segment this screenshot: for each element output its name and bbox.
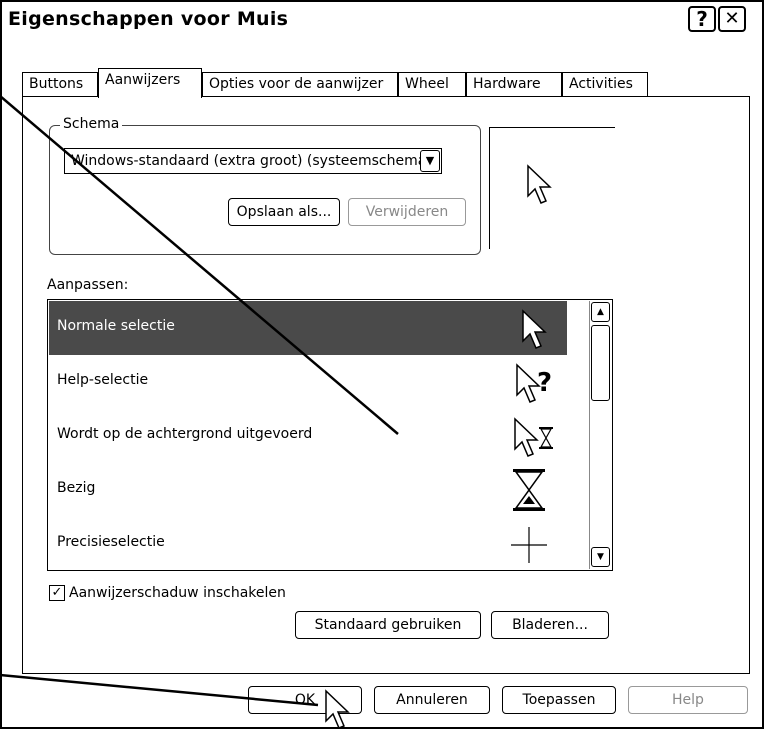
working-in-background-icon — [514, 417, 553, 457]
title-bar[interactable]: Eigenschappen voor Muis ? ✕ — [2, 2, 762, 40]
schema-group: Schema Windows-standaard (extra groot) (… — [49, 116, 481, 255]
dialog-body: Buttons Aanwijzers Opties voor de aanwij… — [2, 38, 762, 727]
schema-group-label: Schema — [60, 116, 123, 132]
list-item-label: Help-selectie — [57, 372, 149, 388]
list-item-label: Wordt op de achtergrond uitgevoerd — [57, 426, 313, 442]
help-button[interactable]: Help — [628, 686, 748, 714]
scroll-thumb[interactable] — [591, 325, 610, 401]
list-scrollbar[interactable]: ▲ ▼ — [589, 301, 611, 569]
window-title: Eigenschappen voor Muis — [8, 8, 289, 30]
scroll-down-icon[interactable]: ▼ — [591, 547, 610, 567]
mouse-properties-dialog: Eigenschappen voor Muis ? ✕ Buttons Aanw… — [0, 0, 764, 729]
cancel-button[interactable]: Annuleren — [374, 686, 490, 714]
close-icon: ✕ — [724, 8, 740, 29]
list-item[interactable]: Help-selectie ? — [49, 355, 567, 409]
arrow-pointer-icon — [527, 164, 552, 204]
tab-hardware[interactable]: Hardware — [466, 72, 562, 96]
list-item-label: Precisieselectie — [57, 534, 165, 550]
tab-aanwijzers[interactable]: Aanwijzers — [98, 68, 202, 98]
tab-panel: Schema Windows-standaard (extra groot) (… — [22, 96, 750, 674]
tab-buttons[interactable]: Buttons — [22, 72, 98, 96]
svg-text:?: ? — [537, 368, 552, 398]
schema-selected-value: Windows-standaard (extra groot) (systeem… — [71, 153, 432, 169]
help-title-button[interactable]: ? — [688, 6, 716, 32]
use-default-button[interactable]: Standaard gebruiken — [295, 611, 481, 639]
pointer-list[interactable]: Normale selectie Help-selectie ? Wordt o… — [47, 299, 613, 571]
shadow-checkbox[interactable]: ✓ — [49, 585, 65, 601]
cursor-preview — [489, 127, 615, 249]
question-mark-icon: ? — [696, 7, 708, 31]
list-item[interactable]: Wordt op de achtergrond uitgevoerd — [49, 409, 567, 463]
customize-label: Aanpassen: — [47, 277, 129, 293]
list-item[interactable]: Precisieselectie — [49, 517, 567, 570]
hourglass-icon — [513, 469, 545, 511]
checkmark-icon: ✓ — [51, 585, 63, 600]
tab-pointer-options[interactable]: Opties voor de aanwijzer — [202, 72, 398, 96]
list-item[interactable]: Bezig — [49, 463, 567, 517]
tab-wheel[interactable]: Wheel — [398, 72, 466, 96]
list-item-label: Bezig — [57, 480, 96, 496]
arrow-pointer-icon — [522, 309, 547, 349]
shadow-checkbox-label: Aanwijzerschaduw inschakelen — [69, 585, 286, 601]
scroll-up-icon[interactable]: ▲ — [591, 302, 610, 322]
schema-dropdown[interactable]: Windows-standaard (extra groot) (systeem… — [64, 148, 442, 174]
chevron-down-icon[interactable]: ▼ — [420, 150, 440, 172]
tab-activities[interactable]: Activities — [562, 72, 648, 96]
apply-button[interactable]: Toepassen — [502, 686, 616, 714]
crosshair-icon — [511, 527, 547, 563]
close-button[interactable]: ✕ — [718, 6, 746, 32]
save-as-button[interactable]: Opslaan als... — [228, 198, 340, 226]
delete-button[interactable]: Verwijderen — [348, 198, 466, 226]
list-item[interactable]: Normale selectie — [49, 301, 567, 355]
ok-button[interactable]: OK — [248, 686, 362, 714]
list-item-label: Normale selectie — [57, 318, 175, 334]
browse-button[interactable]: Bladeren... — [491, 611, 609, 639]
help-pointer-icon: ? — [516, 363, 552, 403]
